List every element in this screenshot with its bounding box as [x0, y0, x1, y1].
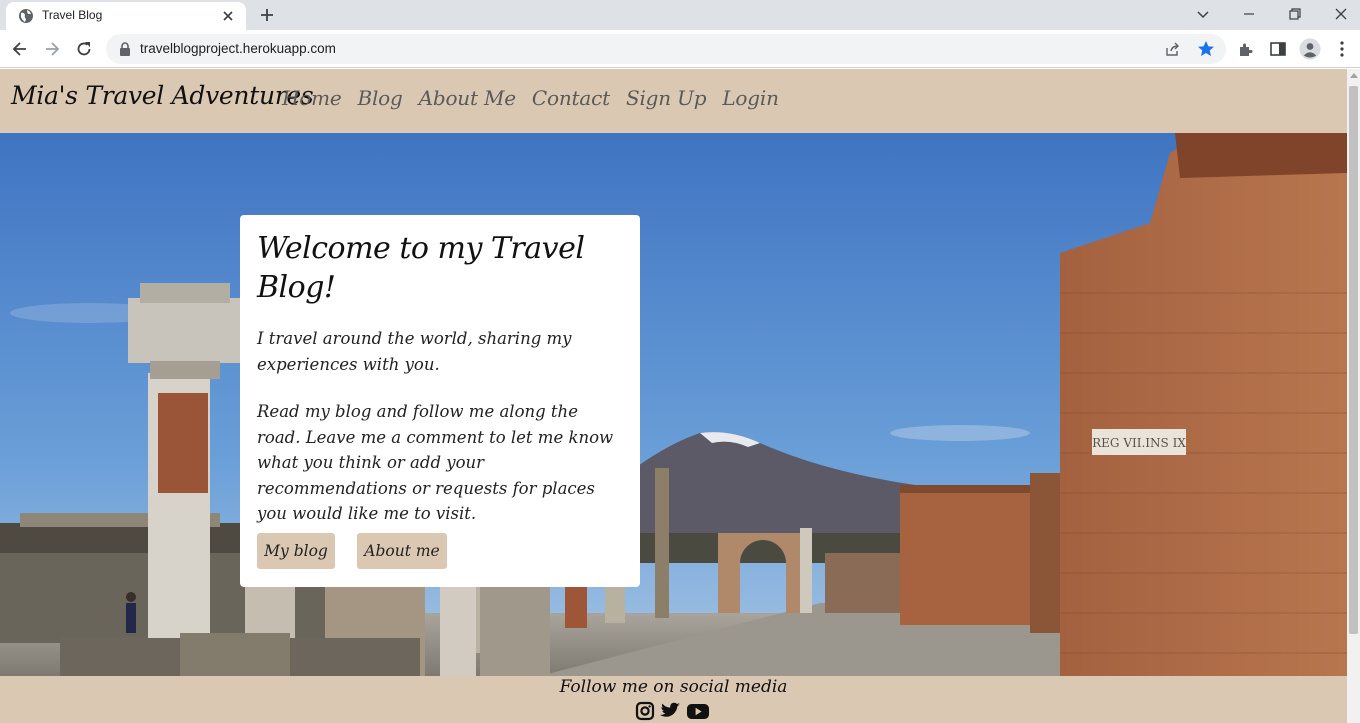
- site-navbar: Mia's Travel Adventures Home Blog About …: [0, 69, 1347, 133]
- nav-home[interactable]: Home: [282, 86, 342, 110]
- hero-image-pompeii-ruins: REG VII.INS IX: [0, 133, 1347, 676]
- forward-icon[interactable]: [42, 39, 62, 59]
- nav-blog[interactable]: Blog: [357, 86, 402, 110]
- street-sign-text: REG VII.INS IX: [1092, 436, 1186, 450]
- welcome-title: Welcome to my Travel Blog!: [257, 231, 585, 305]
- footer-text: Follow me on social media: [559, 677, 788, 697]
- scrollbar-thumb[interactable]: [1349, 86, 1358, 634]
- minimize-icon[interactable]: [1239, 4, 1259, 24]
- address-bar[interactable]: travelblogproject.herokuapp.com: [106, 34, 1226, 64]
- globe-icon: [19, 9, 33, 23]
- lock-icon[interactable]: [118, 41, 132, 57]
- welcome-body: Read my blog and follow me along the roa…: [257, 402, 614, 523]
- browser-tab-strip: Travel Blog: [0, 0, 1360, 30]
- instagram-icon[interactable]: [635, 701, 655, 721]
- nav-contact[interactable]: Contact: [532, 86, 610, 110]
- nav-about-me[interactable]: About Me: [419, 86, 516, 110]
- nav-login[interactable]: Login: [722, 86, 779, 110]
- tab-search-icon[interactable]: [1193, 4, 1213, 24]
- scroll-up-arrow-icon[interactable]: [1350, 73, 1358, 78]
- close-tab-icon[interactable]: [220, 8, 236, 24]
- restore-icon[interactable]: [1285, 4, 1305, 24]
- bookmark-star-icon[interactable]: [1196, 39, 1216, 59]
- new-tab-icon[interactable]: [258, 6, 276, 24]
- site-nav: Home Blog About Me Contact Sign Up Login: [282, 86, 779, 110]
- reload-icon[interactable]: [74, 39, 94, 59]
- page-viewport: Mia's Travel Adventures Home Blog About …: [0, 69, 1347, 723]
- hero-section: REG VII.INS IX Welcome to my Travel Blog…: [0, 133, 1347, 676]
- youtube-icon[interactable]: [686, 701, 710, 721]
- profile-avatar-icon[interactable]: [1299, 38, 1321, 60]
- side-panel-icon[interactable]: [1268, 39, 1288, 59]
- menu-kebab-icon[interactable]: [1332, 39, 1352, 59]
- share-icon[interactable]: [1164, 40, 1182, 58]
- browser-toolbar: travelblogproject.herokuapp.com: [0, 30, 1360, 68]
- about-me-button[interactable]: About me: [357, 533, 447, 569]
- welcome-intro: I travel around the world, sharing my ex…: [257, 329, 572, 374]
- close-window-icon[interactable]: [1331, 4, 1351, 24]
- url-text[interactable]: travelblogproject.herokuapp.com: [140, 41, 336, 56]
- tab-title: Travel Blog: [42, 8, 103, 22]
- extensions-icon[interactable]: [1236, 39, 1256, 59]
- browser-tab[interactable]: Travel Blog: [6, 2, 246, 30]
- my-blog-button[interactable]: My blog: [257, 533, 335, 569]
- site-footer: Follow me on social media: [0, 676, 1347, 723]
- page-scrollbar[interactable]: [1347, 69, 1360, 723]
- welcome-card: Welcome to my Travel Blog! I travel arou…: [240, 215, 640, 587]
- twitter-icon[interactable]: [659, 701, 681, 721]
- site-brand[interactable]: Mia's Travel Adventures: [11, 81, 314, 110]
- back-icon[interactable]: [10, 39, 30, 59]
- nav-sign-up[interactable]: Sign Up: [626, 86, 707, 110]
